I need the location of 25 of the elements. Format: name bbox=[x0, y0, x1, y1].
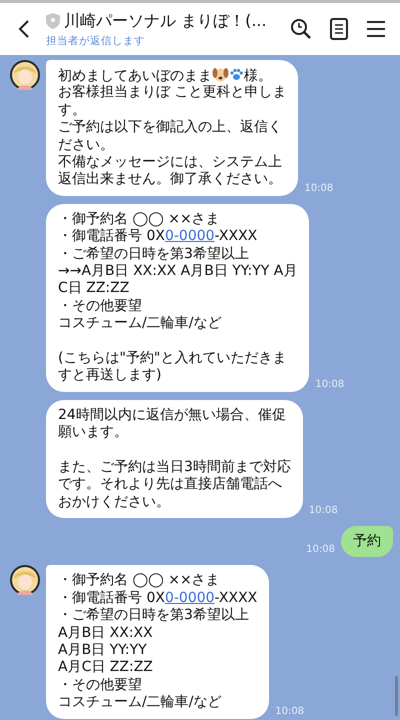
search-icon[interactable] bbox=[290, 18, 312, 40]
timestamp: 10:08 bbox=[275, 706, 304, 716]
message-text: また、ご予約は当日3時間前まで対応 です。それより先は直接店舗電話へ おかけください。 bbox=[58, 458, 291, 511]
message-text: ・御予約名 ◯◯ ××さま ・御電話番号 0X0-0000-XXXX ・ご希望の日時を第3希望以上 →→A月B日 XX:XX A月B日 YY:YY A月 C日 ZZ:ZZ ・その他要望 コスチューム/二輪車/など bbox=[58, 210, 298, 332]
avatar[interactable] bbox=[10, 60, 40, 90]
timestamp: 10:08 bbox=[315, 378, 344, 390]
phone-link[interactable]: 0-0000 bbox=[164, 590, 215, 606]
chat-title: 川崎パーソナル まりぼ！(... bbox=[64, 10, 267, 32]
paw-emoji-icon bbox=[229, 67, 244, 82]
back-icon[interactable] bbox=[18, 19, 30, 39]
timestamp: 10:08 bbox=[306, 544, 335, 556]
message-text: (こちらは"予約"と入れていただきま すと再送します) bbox=[58, 350, 288, 385]
scrollbar[interactable] bbox=[395, 676, 398, 716]
message-text: 初めましてあいぼのまま 様。 お客様担当まりぼ こと更科と申しま す。 ご予約は以下を御記入の上、返信く ださい。 不備なメッセージには、システム上 返信出来ません。御了承ください。 bbox=[58, 67, 286, 189]
message-text: ・御予約名 ◯◯ ××さま ・御電話番号 0X0-0000-XXXX ・ご希望の日時を第3希望以上 A月B日 XX:XX A月B日 YY:YY A月C日 ZZ:ZZ ・その他要望 コスチューム/二輪車/など bbox=[58, 572, 258, 712]
menu-icon[interactable] bbox=[366, 20, 386, 38]
timestamp: 10:08 bbox=[304, 182, 334, 194]
dog-emoji-icon bbox=[212, 67, 229, 82]
message-text: 予約 bbox=[353, 532, 381, 550]
timestamp: 10:08 bbox=[308, 504, 338, 516]
chat-subtitle: 担当者が返信します bbox=[46, 34, 146, 48]
phone-link[interactable]: 0-0000 bbox=[164, 228, 215, 244]
message-text: 24時間以内に返信が無い場合、催促 願います。 bbox=[58, 406, 287, 442]
avatar[interactable] bbox=[10, 565, 40, 596]
note-icon[interactable] bbox=[330, 18, 348, 40]
